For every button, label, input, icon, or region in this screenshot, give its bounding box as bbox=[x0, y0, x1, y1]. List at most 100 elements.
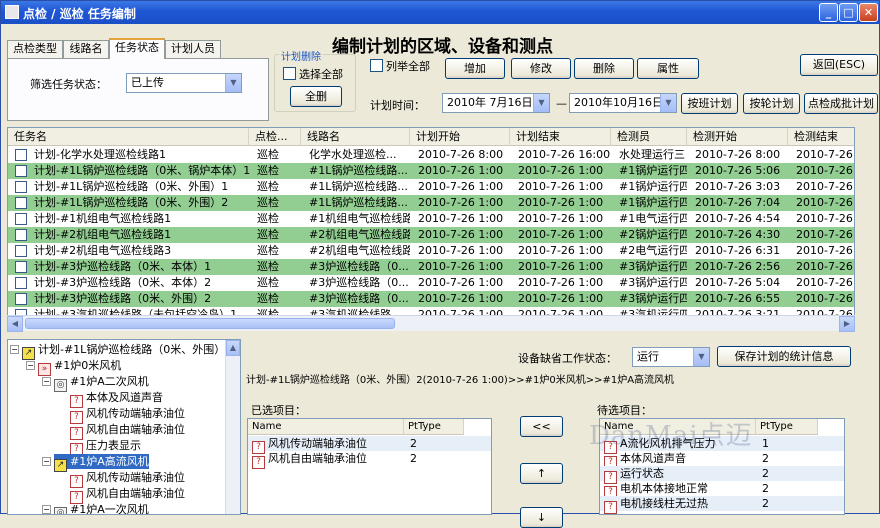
plan-time-from-picker[interactable]: 2010年 7月16日 ▼ bbox=[442, 93, 550, 113]
list-item-name: 本体风道声音 bbox=[620, 452, 686, 465]
plan-by-shift-button[interactable]: 按班计划 bbox=[681, 93, 738, 114]
tab-check-type[interactable]: 点检类型 bbox=[7, 40, 63, 58]
list-item[interactable]: ? 本体风道声音 2 bbox=[600, 451, 844, 469]
plan-by-rotation-button[interactable]: 按轮计划 bbox=[743, 93, 800, 114]
tree-collapse-icon[interactable]: − bbox=[42, 377, 51, 386]
table-row[interactable]: 计划-#1L锅炉巡检线路（0米、锅炉本体）1 巡检 #1L锅炉巡检线路... 2010… bbox=[8, 163, 854, 179]
column-header[interactable]: PtType bbox=[756, 419, 818, 435]
row-checkbox[interactable] bbox=[15, 277, 27, 289]
tree-node[interactable]: ? 风机传动端轴承油位 bbox=[70, 470, 185, 488]
column-header[interactable]: Name bbox=[248, 419, 404, 435]
column-header[interactable]: 计划结束 bbox=[510, 128, 611, 146]
tree-node[interactable]: ◎ #1炉A二次风机 bbox=[54, 374, 149, 392]
column-header[interactable]: 检测员 bbox=[611, 128, 687, 146]
tree-node[interactable]: ↗ #1炉A高流风机 bbox=[54, 454, 149, 472]
table-row[interactable]: 计划-化学水处理巡检线路1 巡检 化学水处理巡检... 2010-7-26 8:00 2… bbox=[8, 147, 854, 163]
tree-collapse-icon[interactable]: − bbox=[42, 505, 51, 514]
table-row[interactable]: 计划-#3炉巡检线路（0米、本体）2 巡检 #3炉巡检线路（0... 2010-7-2… bbox=[8, 275, 854, 291]
column-header[interactable]: 检测结束 bbox=[788, 128, 854, 146]
device-status-select[interactable]: 运行 ▼ bbox=[632, 347, 710, 367]
select-all-checkbox[interactable] bbox=[283, 67, 296, 80]
save-stats-button[interactable]: 保存计划的统计信息 bbox=[717, 346, 851, 367]
delete-button[interactable]: 删除 bbox=[574, 58, 634, 79]
move-down-button[interactable]: ↓ bbox=[520, 507, 563, 528]
tree-node[interactable]: ? 风机传动端轴承油位 bbox=[70, 406, 185, 424]
row-checkbox[interactable] bbox=[15, 245, 27, 257]
add-button[interactable]: 增加 bbox=[445, 58, 505, 79]
table-row[interactable]: 计划-#3炉巡检线路（0米、外围）2 巡检 #3炉巡检线路（0... 2010-7-2… bbox=[8, 291, 854, 307]
horizontal-scrollbar[interactable]: ◀ ▶ bbox=[7, 315, 855, 332]
row-checkbox[interactable] bbox=[15, 213, 27, 225]
table-cell: 2010-7-26 1:00 bbox=[418, 196, 504, 209]
tree-node[interactable]: ? 风机自由端轴承油位 bbox=[70, 486, 185, 504]
table-row[interactable]: 计划-#1L锅炉巡检线路（0米、外围）1 巡检 #1L锅炉巡检线路... 2010-7… bbox=[8, 179, 854, 195]
list-all-checkbox[interactable] bbox=[370, 59, 383, 72]
row-checkbox[interactable] bbox=[15, 197, 27, 209]
table-cell: 2010-7-26 3: bbox=[796, 260, 854, 273]
tree-node[interactable]: ↗ 计划-#1L锅炉巡检线路（0米、外围）2 bbox=[22, 342, 232, 360]
column-header[interactable]: PtType bbox=[404, 419, 464, 435]
table-cell: 2010-7-26 8:00 bbox=[695, 148, 781, 161]
close-button[interactable]: ✕ bbox=[859, 3, 878, 22]
table-cell: 2010-7-26 1:00 bbox=[518, 244, 604, 257]
column-header[interactable]: 线路名 bbox=[301, 128, 410, 146]
tab-task-status[interactable]: 任务状态 bbox=[109, 38, 165, 59]
table-row[interactable]: 计划-#1L锅炉巡检线路（0米、外围）2 巡检 #1L锅炉巡检线路... 2010-7… bbox=[8, 195, 854, 211]
back-button[interactable]: 返回(ESC) bbox=[800, 54, 878, 76]
tree-collapse-icon[interactable]: − bbox=[42, 457, 51, 466]
table-row[interactable]: 计划-#1机组电气巡检线路1 巡检 #1机组电气巡检线路 2010-7-26 1:00… bbox=[8, 211, 854, 227]
tree-node[interactable]: ? 风机自由端轴承油位 bbox=[70, 422, 185, 440]
tree-node-label: 风机传动端轴承油位 bbox=[86, 407, 185, 420]
list-item[interactable]: ? 运行状态 2 bbox=[600, 466, 844, 484]
row-checkbox[interactable] bbox=[15, 261, 27, 273]
minimize-button[interactable]: _ bbox=[819, 3, 838, 22]
table-cell: 2010-7-26 1:00 bbox=[418, 260, 504, 273]
tab-plan-staff[interactable]: 计划人员 bbox=[165, 40, 221, 58]
table-cell: 巡检 bbox=[257, 292, 279, 305]
row-checkbox[interactable] bbox=[15, 181, 27, 193]
row-checkbox[interactable] bbox=[15, 293, 27, 305]
page-title: 编制计划的区域、设备和测点 bbox=[332, 37, 553, 57]
column-header[interactable]: 任务名 bbox=[8, 128, 249, 146]
column-header[interactable]: 点检... bbox=[249, 128, 301, 146]
table-row[interactable]: 计划-#3炉巡检线路（0米、本体）1 巡检 #3炉巡检线路（0... 2010-7-2… bbox=[8, 259, 854, 275]
properties-button[interactable]: 属性 bbox=[637, 58, 699, 79]
batch-plan-button[interactable]: 点检成批计划 bbox=[804, 93, 878, 114]
list-item-name: 风机传动端轴承油位 bbox=[268, 437, 367, 450]
scroll-right-icon[interactable]: ▶ bbox=[839, 316, 855, 332]
list-item[interactable]: ? 风机传动端轴承油位 2 bbox=[248, 436, 491, 454]
status-filter-select[interactable]: 已上传 ▼ bbox=[126, 73, 242, 93]
move-left-button[interactable]: << bbox=[520, 416, 563, 437]
row-checkbox[interactable] bbox=[15, 229, 27, 241]
list-item[interactable]: ? 风机自由端轴承油位 2 bbox=[248, 451, 491, 469]
plan-time-to-picker[interactable]: 2010年10月16日 ▼ bbox=[569, 93, 677, 113]
tree-node[interactable]: ? 本体及风道声音 bbox=[70, 390, 163, 408]
row-checkbox[interactable] bbox=[15, 149, 27, 161]
scroll-thumb[interactable] bbox=[25, 318, 395, 329]
edit-button[interactable]: 修改 bbox=[511, 58, 571, 79]
table-row[interactable]: 计划-#2机组电气巡检线路3 巡检 #2机组电气巡检线路 2010-7-26 1:00… bbox=[8, 243, 854, 259]
tree-vertical-scrollbar[interactable]: ▲ bbox=[225, 340, 240, 514]
table-cell: 2010-7-26 3: bbox=[796, 180, 854, 193]
scroll-left-icon[interactable]: ◀ bbox=[7, 316, 23, 332]
move-up-button[interactable]: ↑ bbox=[520, 463, 563, 484]
tab-route-name[interactable]: 线路名 bbox=[63, 40, 109, 58]
tree-collapse-icon[interactable]: − bbox=[10, 345, 19, 354]
tree-node[interactable]: ? 压力表显示 bbox=[70, 438, 141, 456]
column-header[interactable]: 计划开始 bbox=[410, 128, 510, 146]
table-row[interactable]: 计划-#2机组电气巡检线路1 巡检 #2机组电气巡检线路 2010-7-26 1:00… bbox=[8, 227, 854, 243]
scroll-up-icon[interactable]: ▲ bbox=[226, 340, 240, 356]
table-cell: 计划-#3炉巡检线路（0米、本体）1 bbox=[34, 260, 212, 273]
tree-node[interactable]: ◎ #1炉A一次风机 bbox=[54, 502, 149, 514]
tree-collapse-icon[interactable]: − bbox=[26, 361, 35, 370]
maximize-button[interactable]: □ bbox=[839, 3, 858, 22]
tree-node[interactable]: » #1炉0米风机 bbox=[38, 358, 121, 376]
column-header[interactable]: 检测开始 bbox=[687, 128, 788, 146]
delete-all-button[interactable]: 全删 bbox=[290, 86, 342, 107]
row-checkbox[interactable] bbox=[15, 165, 27, 177]
table-cell: 2010-7-26 5: bbox=[796, 212, 854, 225]
list-item[interactable]: ? 电机本体接地正常 2 bbox=[600, 481, 844, 499]
list-item[interactable]: ? 电机接线柱无过热 2 bbox=[600, 496, 844, 514]
table-cell: 2010-7-26 16:00 bbox=[518, 148, 611, 161]
list-all-label: 列举全部 bbox=[386, 60, 430, 73]
